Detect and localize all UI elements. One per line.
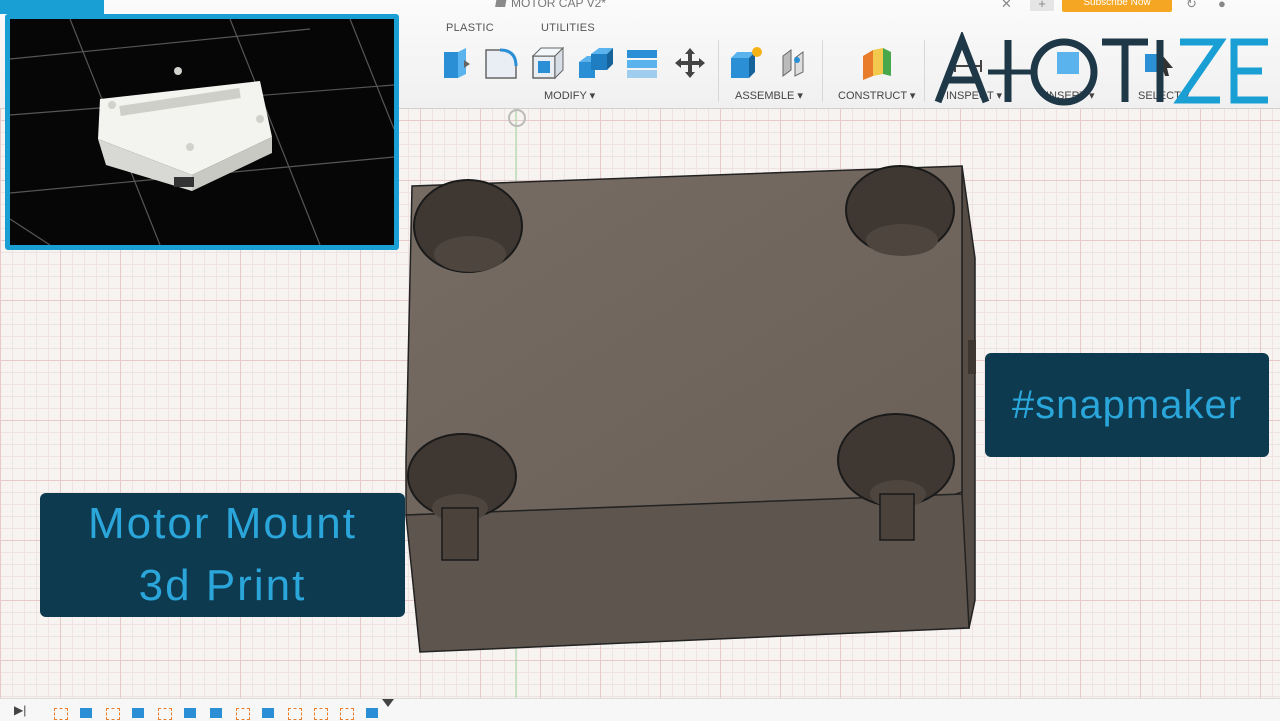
joint-icon[interactable]: [776, 44, 812, 82]
timeline-extrude-icon[interactable]: [132, 708, 144, 718]
timeline-sketch-icon[interactable]: [54, 708, 68, 720]
document-cube-icon: [495, 0, 507, 7]
combine-icon[interactable]: [577, 44, 613, 82]
separator: [924, 40, 925, 102]
timeline-extrude-icon[interactable]: [262, 708, 274, 718]
timeline-sketch-icon[interactable]: [314, 708, 328, 720]
group-construct[interactable]: CONSTRUCT ▾: [838, 89, 915, 102]
caption-motor-mount: Motor Mount 3d Print: [40, 493, 405, 617]
move-icon[interactable]: [672, 44, 708, 82]
tab-utilities[interactable]: UTILITIES: [541, 22, 595, 34]
timeline-extrude-icon[interactable]: [184, 708, 196, 718]
document-title-text: MOTOR CAP V2*: [511, 0, 606, 10]
aiotize-logo: [934, 30, 1274, 108]
shell-icon[interactable]: [530, 44, 566, 82]
construct-plane-icon[interactable]: [858, 44, 894, 82]
print-preview-photo: [5, 14, 399, 250]
caption-line-1: Motor Mount: [88, 499, 357, 548]
timeline-extrude-icon[interactable]: [80, 708, 92, 718]
refresh-icon[interactable]: ↻: [1186, 0, 1197, 12]
timeline-sketch-icon[interactable]: [340, 708, 354, 720]
timeline-sketch-icon[interactable]: [288, 708, 302, 720]
separator: [718, 40, 719, 102]
pip-accent-bar: [0, 0, 104, 14]
close-icon[interactable]: ✕: [1001, 0, 1012, 12]
press-pull-icon[interactable]: [438, 44, 474, 82]
timeline-extrude-icon[interactable]: [366, 708, 378, 718]
caption-line-2: 3d Print: [138, 561, 307, 610]
add-tab-icon[interactable]: +: [1030, 0, 1054, 11]
group-modify[interactable]: MODIFY ▾: [544, 89, 595, 102]
account-icon[interactable]: ●: [1218, 0, 1226, 11]
document-title: MOTOR CAP V2*: [495, 0, 606, 10]
timeline-sketch-icon[interactable]: [106, 708, 120, 720]
timeline-sketch-icon[interactable]: [236, 708, 250, 720]
subscribe-button[interactable]: Subscribe Now: [1062, 0, 1172, 12]
fillet-icon[interactable]: [483, 44, 519, 82]
separator: [822, 40, 823, 102]
group-assemble[interactable]: ASSEMBLE ▾: [735, 89, 803, 102]
timeline-sketch-icon[interactable]: [158, 708, 172, 720]
tab-plastic[interactable]: PLASTIC: [446, 22, 494, 34]
caption-hashtag: #snapmaker: [985, 353, 1269, 457]
timeline-marker-icon[interactable]: [382, 699, 394, 707]
timeline-bar: ▶|: [0, 698, 1280, 721]
scale-icon[interactable]: [624, 44, 660, 82]
timeline-extrude-icon[interactable]: [210, 708, 222, 718]
play-icon[interactable]: ▶|: [14, 703, 26, 717]
new-component-icon[interactable]: [728, 44, 764, 82]
